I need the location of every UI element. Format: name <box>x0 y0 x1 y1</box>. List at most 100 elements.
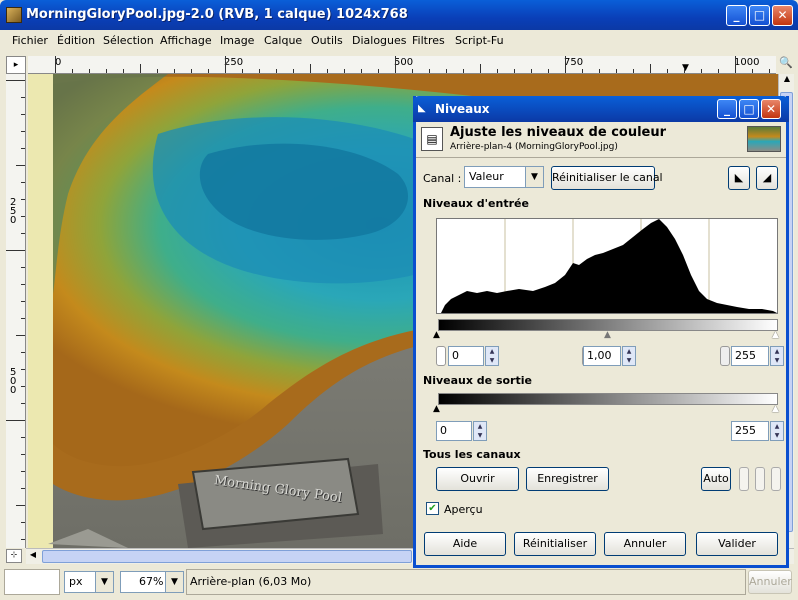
output-white-handle[interactable]: ▲ <box>772 404 779 414</box>
ruler-tick <box>16 335 25 336</box>
ruler-tick <box>21 284 25 285</box>
zoom-select[interactable]: 67% ▼ <box>120 571 184 593</box>
output-low-field[interactable]: 0 ▲ ▼ <box>436 421 487 441</box>
ok-button[interactable]: Valider <box>696 532 778 556</box>
menu-dialogues[interactable]: Dialogues <box>352 34 407 47</box>
gray-point-picker-icon[interactable] <box>755 467 765 491</box>
input-low-field[interactable]: 0 ▲ ▼ <box>448 346 499 366</box>
spin-arrows-icon[interactable]: ▲ ▼ <box>622 346 636 366</box>
menu-fichier[interactable]: Fichier <box>12 34 48 47</box>
input-black-handle[interactable]: ▲ <box>433 330 440 340</box>
menu-outils[interactable]: Outils <box>311 34 343 47</box>
spin-arrows-icon[interactable]: ▲ ▼ <box>770 346 784 366</box>
menu-script-fu[interactable]: Script-Fu <box>455 34 504 47</box>
menu-bar: Fichier Édition Sélection Affichage Imag… <box>0 30 798 52</box>
reset-channel-button[interactable]: Réinitialiser le canal <box>551 166 663 190</box>
menu-image[interactable]: Image <box>220 34 254 47</box>
close-button[interactable]: ✕ <box>772 5 793 26</box>
channel-select[interactable]: Valeur ▼ <box>464 166 544 188</box>
ruler-tick <box>21 233 25 234</box>
ruler-tick <box>208 69 209 73</box>
input-black-picker[interactable] <box>436 346 446 366</box>
ruler-tick <box>378 69 379 73</box>
menu-affichage[interactable]: Affichage <box>160 34 212 47</box>
input-white-picker[interactable] <box>720 346 730 366</box>
log-histogram-icon[interactable]: ◢ <box>756 166 778 190</box>
black-point-picker-icon[interactable] <box>739 467 749 491</box>
status-message: Arrière-plan (6,03 Mo) <box>186 569 746 595</box>
ruler-tick <box>701 69 702 73</box>
preview-checkbox[interactable]: ✔ <box>426 502 439 515</box>
output-black-handle[interactable]: ▲ <box>433 404 440 414</box>
spin-arrows-icon[interactable]: ▲ ▼ <box>770 421 784 441</box>
input-gamma-field[interactable]: 1,00 ▲ ▼ <box>583 346 636 366</box>
reset-button[interactable]: Réinitialiser <box>514 532 596 556</box>
menu-calque[interactable]: Calque <box>264 34 302 47</box>
input-white-handle[interactable]: ▲ <box>772 330 779 340</box>
white-point-picker-icon[interactable] <box>771 467 781 491</box>
window-title: MorningGloryPool.jpg-2.0 (RVB, 1 calque)… <box>26 7 408 22</box>
dialog-maximize-button[interactable]: □ <box>739 99 759 119</box>
horizontal-scroll-thumb[interactable] <box>42 550 412 563</box>
levels-tool-icon: ▤ <box>421 127 443 151</box>
spin-arrows-icon[interactable]: ▲ ▼ <box>473 421 487 441</box>
gimp-icon <box>6 7 22 23</box>
menu-selection[interactable]: Sélection <box>103 34 154 47</box>
ruler-tick <box>21 148 25 149</box>
navigate-icon[interactable]: ⊹ <box>6 549 22 563</box>
unit-value: px <box>69 575 83 588</box>
ruler-tick <box>21 488 25 489</box>
input-high-value: 255 <box>735 349 756 362</box>
preview-label: Aperçu <box>444 503 483 516</box>
all-channels-label: Tous les canaux <box>423 448 521 461</box>
quick-mask-button[interactable]: ▸ <box>6 56 26 74</box>
zoom-value: 67% <box>139 575 164 588</box>
ruler-tick <box>344 69 345 73</box>
unit-select[interactable]: px ▼ <box>64 571 114 593</box>
scroll-left-icon[interactable]: ◀ <box>26 550 40 564</box>
scroll-up-icon[interactable]: ▲ <box>780 74 794 90</box>
ruler-tick <box>21 454 25 455</box>
status-cancel-button[interactable]: Annuler <box>748 570 792 594</box>
open-button[interactable]: Ouvrir <box>436 467 519 491</box>
ruler-tick <box>718 69 719 73</box>
auto-button[interactable]: Auto <box>701 467 731 491</box>
ruler-tick <box>276 69 277 73</box>
cancel-button[interactable]: Annuler <box>604 532 686 556</box>
linear-histogram-icon[interactable]: ◣ <box>728 166 750 190</box>
ruler-label: 750 <box>564 57 584 68</box>
input-low-value: 0 <box>452 349 459 362</box>
ruler-tick <box>650 64 651 73</box>
minimize-button[interactable]: _ <box>726 5 747 26</box>
dialog-header: ▤ Ajuste les niveaux de couleur Arrière-… <box>416 122 786 158</box>
menu-edition[interactable]: Édition <box>57 34 95 47</box>
ruler-tick <box>21 369 25 370</box>
help-button[interactable]: Aide <box>424 532 506 556</box>
output-high-field[interactable]: 255 ▲ ▼ <box>731 421 784 441</box>
ruler-tick <box>412 69 413 73</box>
dialog-minimize-button[interactable]: _ <box>717 99 737 119</box>
maximize-button[interactable]: □ <box>749 5 770 26</box>
ruler-label: 250 <box>224 57 244 68</box>
input-levels-label: Niveaux d'entrée <box>423 197 529 210</box>
dialog-heading: Ajuste les niveaux de couleur <box>450 125 667 140</box>
chevron-down-icon: ▼ <box>525 167 543 187</box>
output-levels-label: Niveaux de sortie <box>423 374 532 387</box>
ruler-tick <box>259 69 260 73</box>
save-button[interactable]: Enregistrer <box>526 467 609 491</box>
input-gamma-handle[interactable]: ▲ <box>604 330 611 340</box>
menu-filtres[interactable]: Filtres <box>412 34 445 47</box>
ruler-tick <box>6 80 25 81</box>
input-high-field[interactable]: 255 ▲ ▼ <box>731 346 784 366</box>
dialog-title: Niveaux <box>435 102 490 116</box>
zoom-icon[interactable]: 🔍 <box>778 56 794 74</box>
ruler-tick <box>293 69 294 73</box>
dialog-title-bar: ◣ Niveaux _ □ ✕ <box>413 96 789 122</box>
ruler-tick <box>446 69 447 73</box>
channel-value: Valeur <box>469 170 504 183</box>
spin-arrows-icon[interactable]: ▲ ▼ <box>485 346 499 366</box>
ruler-tick <box>548 69 549 73</box>
dialog-close-button[interactable]: ✕ <box>761 99 781 119</box>
ruler-tick <box>21 216 25 217</box>
ruler-tick <box>55 56 56 73</box>
